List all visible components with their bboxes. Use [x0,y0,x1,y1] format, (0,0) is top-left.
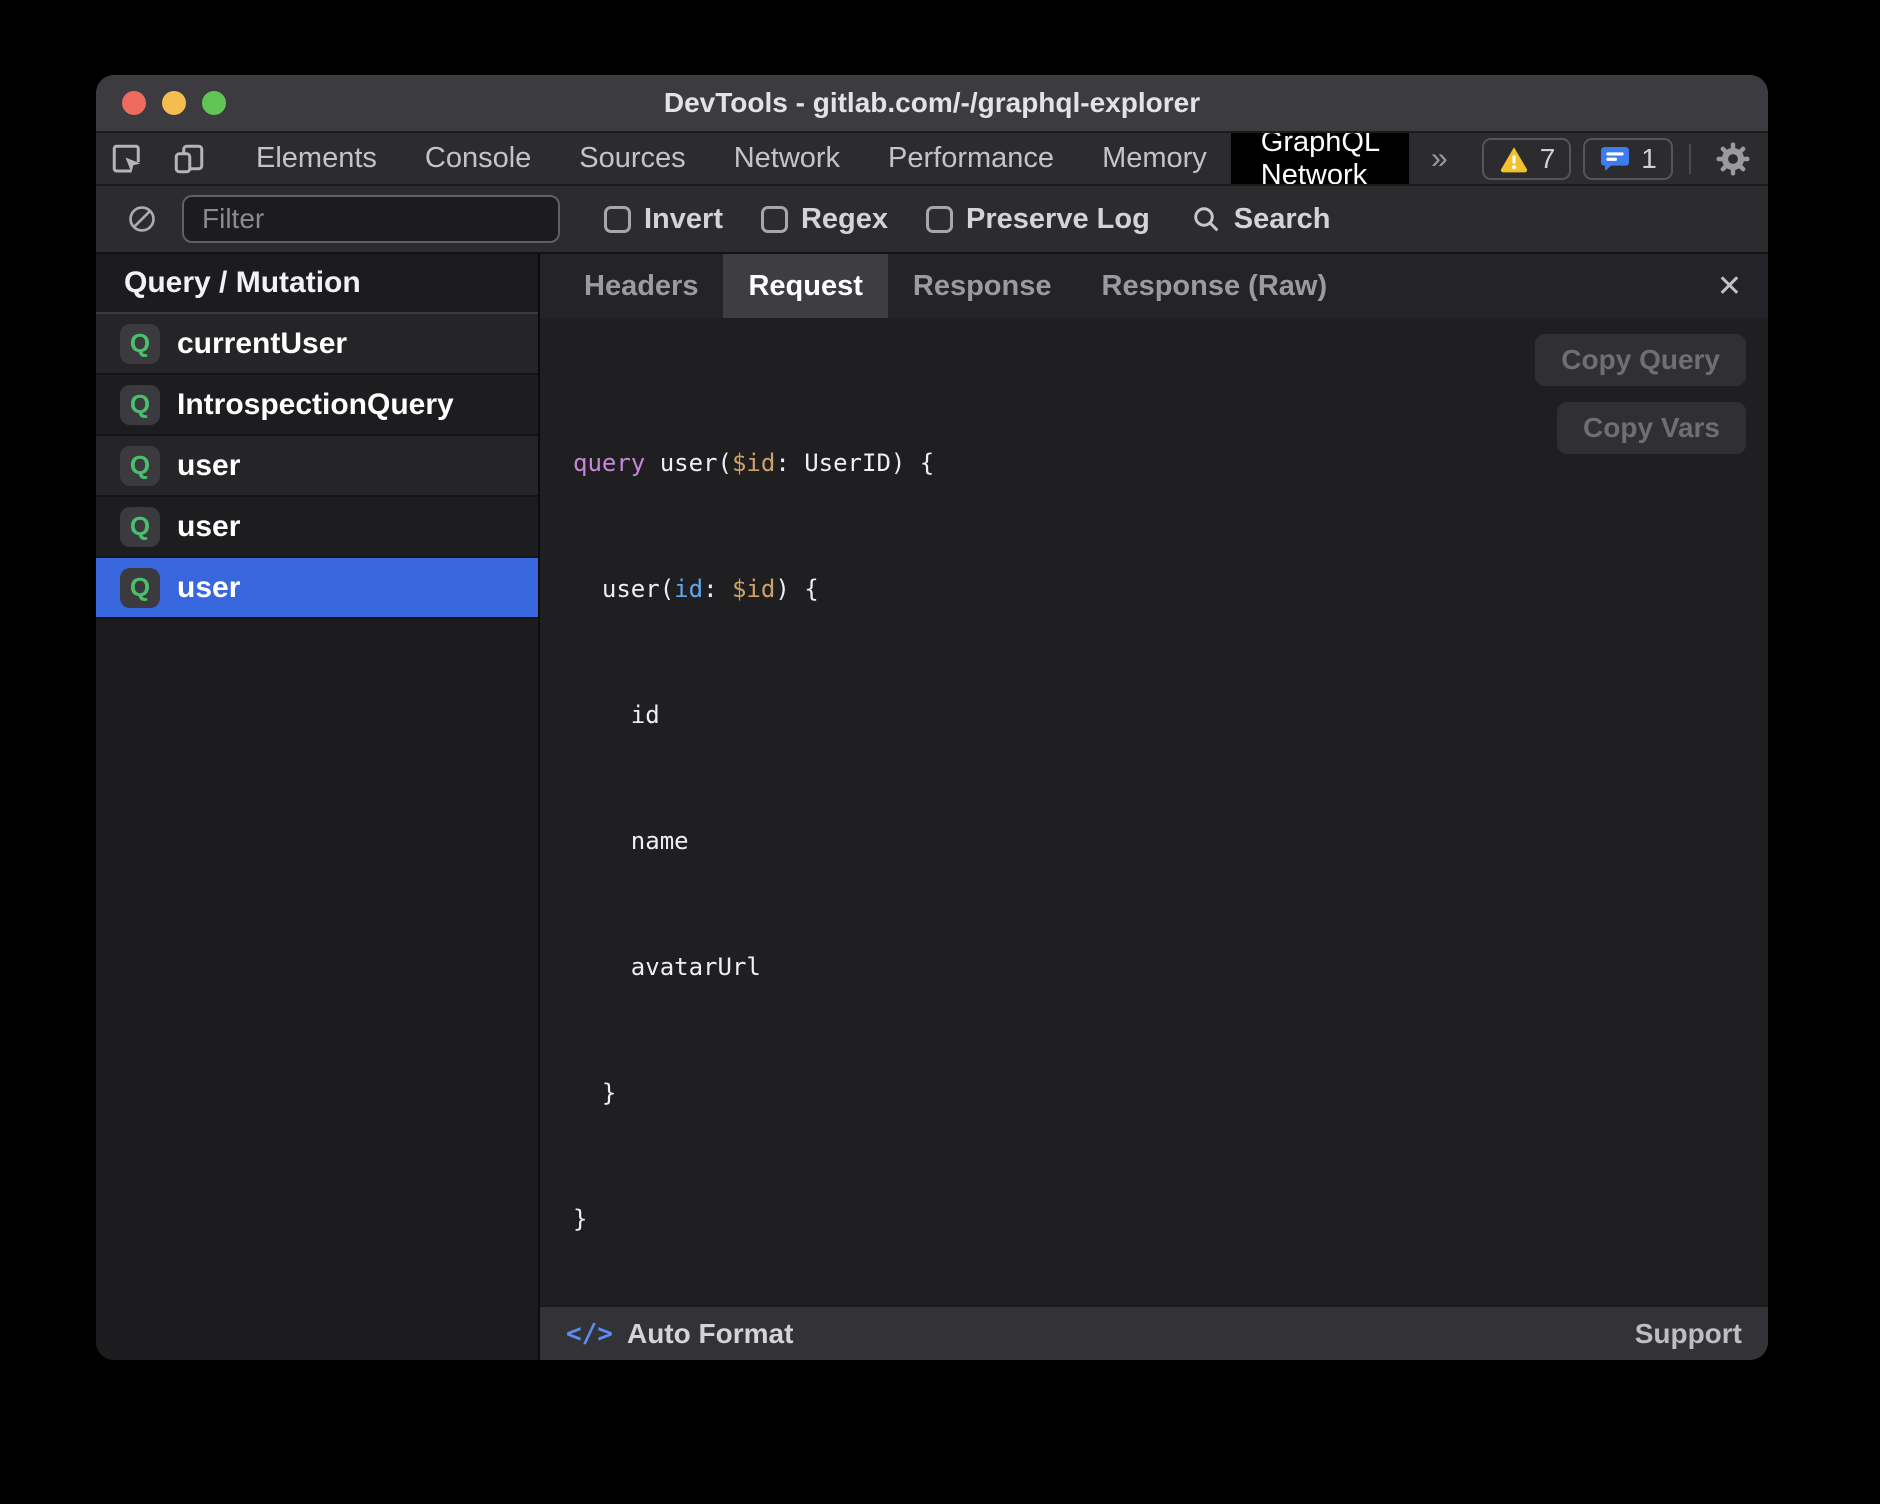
window-title: DevTools - gitlab.com/-/graphql-explorer [664,87,1200,119]
support-link[interactable]: Support [1635,1318,1742,1350]
code-line: avatarUrl [573,946,1768,988]
list-item-label: user [177,571,240,605]
devtools-window: DevTools - gitlab.com/-/graphql-explorer… [96,75,1768,1360]
auto-format-label: Auto Format [627,1318,793,1350]
tab-performance[interactable]: Performance [864,133,1078,184]
tab-memory[interactable]: Memory [1078,133,1231,184]
inspect-element-button[interactable] [96,133,158,184]
inspect-cursor-icon [109,141,145,177]
list-item-label: user [177,449,240,483]
close-panel-button[interactable]: ✕ [1691,254,1768,318]
request-content: Copy Query Copy Vars query user($id: Use… [540,318,1768,1305]
issues-badge[interactable]: 1 [1583,138,1673,180]
tab-sources[interactable]: Sources [555,133,709,184]
list-item-introspectionquery[interactable]: Q IntrospectionQuery [96,375,538,436]
chevron-double-right-icon: » [1431,142,1448,176]
warning-triangle-icon [1498,143,1530,175]
panel-footer: </> Auto Format Support [540,1305,1768,1360]
tab-response[interactable]: Response [888,254,1077,318]
sidebar-header: Query / Mutation [96,254,538,314]
minimize-window-button[interactable] [162,91,186,115]
devtools-tab-bar: Elements Console Sources Network Perform… [96,133,1768,184]
tab-request[interactable]: Request [723,254,887,318]
toolbar-right-controls: 7 1 [1470,133,1768,184]
code-line: id [573,694,1768,736]
message-bubble-icon [1599,143,1631,175]
warning-count: 7 [1540,143,1556,175]
regex-checkbox-group: Regex [761,203,888,236]
issues-count: 1 [1641,143,1657,175]
more-options-button[interactable] [1765,142,1768,175]
detail-tab-bar: Headers Request Response Response (Raw) … [540,254,1768,318]
filter-input[interactable] [182,195,560,243]
query-type-badge: Q [120,446,160,486]
gear-icon [1714,140,1752,178]
device-toolbar-button[interactable] [158,133,220,184]
close-window-button[interactable] [122,91,146,115]
invert-checkbox[interactable] [604,206,631,233]
query-type-badge: Q [120,324,160,364]
device-toolbar-icon [171,141,207,177]
title-bar: DevTools - gitlab.com/-/graphql-explorer [96,75,1768,133]
zoom-window-button[interactable] [202,91,226,115]
list-item-label: currentUser [177,327,347,361]
code-line: name [573,820,1768,862]
query-type-badge: Q [120,385,160,425]
invert-label: Invert [644,203,723,236]
tab-response-raw[interactable]: Response (Raw) [1077,254,1353,318]
list-item-user-3-selected[interactable]: Q user [96,558,538,619]
regex-checkbox[interactable] [761,206,788,233]
query-type-badge: Q [120,507,160,547]
tab-elements[interactable]: Elements [232,133,401,184]
more-tabs-button[interactable]: » [1409,133,1470,184]
list-item-currentuser[interactable]: Q currentUser [96,314,538,375]
search-label: Search [1234,203,1331,236]
tab-headers[interactable]: Headers [559,254,723,318]
copy-query-button[interactable]: Copy Query [1535,334,1746,386]
tab-network[interactable]: Network [710,133,864,184]
copy-vars-button[interactable]: Copy Vars [1557,402,1746,454]
toolbar-divider [1689,144,1691,174]
query-type-badge: Q [120,568,160,608]
regex-label: Regex [801,203,888,236]
code-line: } [573,1198,1768,1240]
list-item-label: user [177,510,240,544]
code-brackets-icon: </> [566,1319,613,1349]
tab-graphql-network[interactable]: GraphQL Network [1231,133,1409,184]
copy-buttons: Copy Query Copy Vars [1535,334,1746,454]
graphql-query-code: query user($id: UserID) { user(id: $id) … [573,358,1768,1305]
auto-format-button[interactable]: </> Auto Format [566,1318,793,1350]
preserve-log-checkbox[interactable] [926,206,953,233]
list-item-user-2[interactable]: Q user [96,497,538,558]
main-area: Query / Mutation Q currentUser Q Introsp… [96,252,1768,1360]
detail-panel: Headers Request Response Response (Raw) … [540,254,1768,1360]
preserve-log-label: Preserve Log [966,203,1150,236]
tab-console[interactable]: Console [401,133,555,184]
invert-checkbox-group: Invert [604,203,723,236]
warnings-badge[interactable]: 7 [1482,138,1572,180]
query-list-sidebar: Query / Mutation Q currentUser Q Introsp… [96,254,540,1360]
filter-toolbar: Invert Regex Preserve Log Search [96,184,1768,252]
preserve-log-checkbox-group: Preserve Log [926,203,1150,236]
list-item-label: IntrospectionQuery [177,388,454,422]
close-icon: ✕ [1717,269,1742,304]
search-icon [1190,203,1222,235]
search-control[interactable]: Search [1190,203,1331,236]
code-line: user(id: $id) { [573,568,1768,610]
clear-block-icon[interactable] [126,203,158,235]
traffic-lights [122,75,226,131]
list-item-user-1[interactable]: Q user [96,436,538,497]
settings-button[interactable] [1701,140,1765,178]
code-line: } [573,1072,1768,1114]
